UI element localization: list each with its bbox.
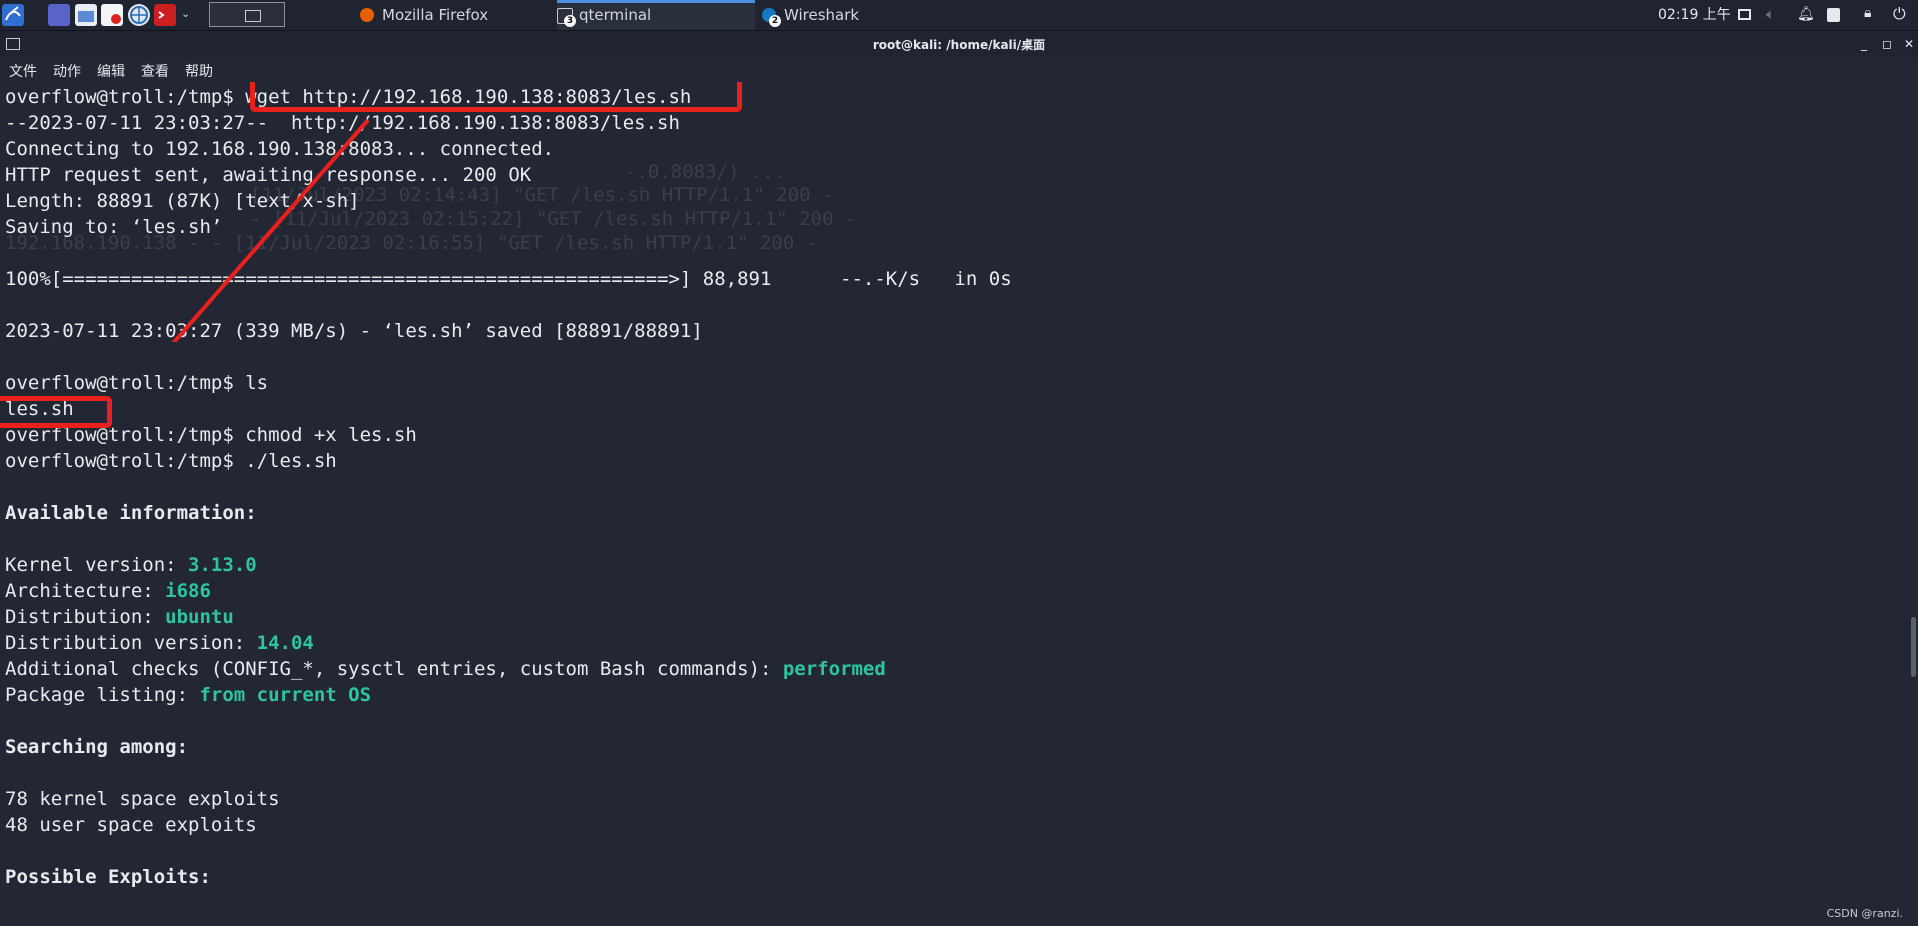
menubar: 文件 动作 编辑 查看 帮助 <box>0 57 1918 82</box>
info-value: 3.13.0 <box>188 554 257 576</box>
shell-prompt: overflow@troll:/tmp$ <box>5 450 246 472</box>
browser-icon[interactable] <box>128 4 150 26</box>
text-editor-icon[interactable] <box>101 4 123 26</box>
info-value: 14.04 <box>256 632 314 654</box>
window-title: root@kali: /home/kali/桌面 <box>872 38 1046 52</box>
info-line: Additional checks (CONFIG_*, sysctl entr… <box>5 656 886 682</box>
show-desktop-button[interactable] <box>209 2 285 27</box>
command-line: overflow@troll:/tmp$ ./les.sh <box>5 448 337 474</box>
info-key: Package listing: <box>5 684 200 706</box>
window-count-badge: 2 <box>769 15 781 27</box>
terminal-output[interactable]: -.0.8083/) ... [11/Jul/2023 02:14:43] "G… <box>0 82 1918 926</box>
notifications-icon[interactable]: 🔔︎ <box>1797 6 1815 22</box>
info-line: Distribution: ubuntu <box>5 604 234 630</box>
lock-icon[interactable]: 🔒︎ <box>1864 5 1871 21</box>
info-key: Kernel version: <box>5 554 189 576</box>
terminal-icon <box>245 10 261 22</box>
section-heading: Possible Exploits: <box>5 866 211 888</box>
menu-actions[interactable]: 动作 <box>53 61 81 81</box>
task-firefox[interactable]: Mozilla Firefox <box>360 0 550 30</box>
command-line: overflow@troll:/tmp$ ls <box>5 370 268 396</box>
menu-help[interactable]: 帮助 <box>185 61 213 81</box>
close-icon[interactable]: ✕ <box>1902 37 1916 51</box>
info-line: Package listing: from current OS <box>5 682 371 708</box>
watermark: CSDN @ranzi. <box>1826 907 1903 920</box>
menu-view[interactable]: 查看 <box>141 61 169 81</box>
command-text: ls <box>245 372 269 394</box>
desktop-icon[interactable] <box>48 4 70 26</box>
shell-prompt: overflow@troll:/tmp$ <box>5 372 246 394</box>
power-icon[interactable]: ⏻ <box>1893 4 1906 24</box>
les-sh-highlight <box>0 396 112 428</box>
info-key: Architecture: <box>5 580 166 602</box>
annotation-arrow <box>171 118 370 342</box>
section-heading: Searching among: <box>5 736 189 758</box>
info-line: Kernel version: 3.13.0 <box>5 552 257 578</box>
info-line: Architecture: i686 <box>5 578 211 604</box>
battery-icon[interactable] <box>1827 8 1840 22</box>
terminal-launcher-icon[interactable] <box>154 4 176 26</box>
info-key: Distribution version: <box>5 632 257 654</box>
task-wireshark[interactable]: 2 Wireshark <box>762 0 952 30</box>
scrollbar-thumb[interactable] <box>1911 617 1916 677</box>
info-line: Distribution version: 14.04 <box>5 630 314 656</box>
info-key: Distribution: <box>5 606 166 628</box>
command-text: chmod +x les.sh <box>245 424 417 446</box>
firefox-icon <box>360 8 374 22</box>
file-manager-icon[interactable] <box>75 4 97 26</box>
chevron-down-icon[interactable]: ⌄ <box>181 7 190 20</box>
ghost-text: -.0.8083/) ... <box>625 161 786 183</box>
clock[interactable]: 02:19 上午 <box>1658 0 1731 30</box>
maximize-icon[interactable]: ◻ <box>1880 37 1894 51</box>
window-titlebar[interactable]: root@kali: /home/kali/桌面 _ ◻ ✕ <box>0 31 1918 57</box>
section-heading: Available information: <box>5 502 257 524</box>
window-count-badge: 3 <box>564 15 576 27</box>
command-text: ./les.sh <box>245 450 337 472</box>
info-value: i686 <box>165 580 211 602</box>
kali-menu-icon[interactable] <box>2 4 24 26</box>
volume-icon[interactable]: 🔈︎ <box>1766 5 1775 23</box>
output-line: 48 user space exploits <box>5 814 257 836</box>
output-line: 78 kernel space exploits <box>5 788 280 810</box>
task-qterminal[interactable]: 3 qterminal <box>557 0 755 30</box>
display-icon[interactable] <box>1738 9 1751 20</box>
menu-edit[interactable]: 编辑 <box>97 61 125 81</box>
info-value: ubuntu <box>165 606 234 628</box>
taskbar: ⌄ Mozilla Firefox 3 qterminal 2 Wireshar… <box>0 0 1918 31</box>
info-value: performed <box>782 658 886 680</box>
info-value: from current OS <box>199 684 372 706</box>
info-key: Additional checks (CONFIG_*, sysctl entr… <box>5 658 783 680</box>
menu-file[interactable]: 文件 <box>9 61 37 81</box>
minimize-icon[interactable]: _ <box>1857 37 1871 51</box>
